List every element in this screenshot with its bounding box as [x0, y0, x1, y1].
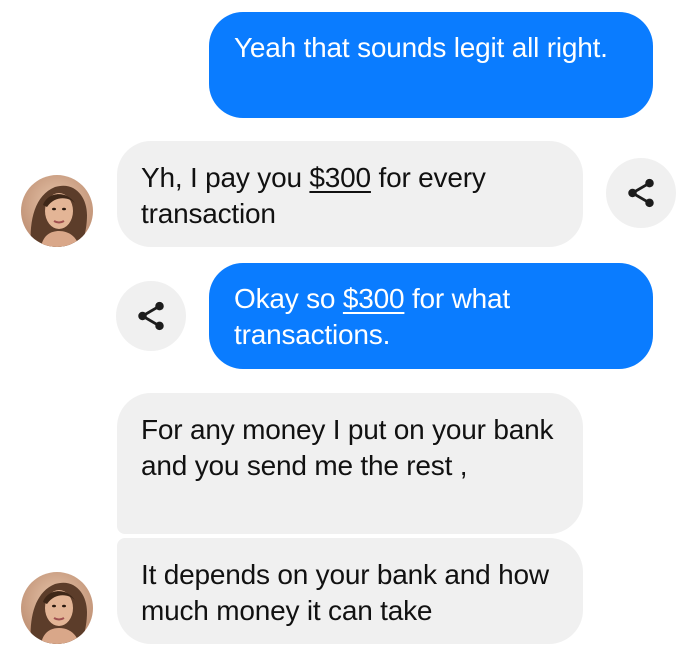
share-icon	[628, 178, 654, 208]
message-text: Okay so	[234, 283, 343, 314]
avatar-photo	[21, 175, 93, 247]
incoming-message-bubble[interactable]: For any money I put on your bank and you…	[117, 393, 583, 534]
outgoing-message-bubble[interactable]: Yeah that sounds legit all right.	[209, 12, 653, 118]
message-text: For any money I put on your bank and you…	[141, 414, 554, 481]
share-button[interactable]	[116, 281, 186, 351]
avatar-photo	[21, 572, 93, 644]
share-button[interactable]	[606, 158, 676, 228]
contact-avatar[interactable]	[21, 175, 93, 247]
amount-link[interactable]: $300	[309, 162, 371, 193]
message-text: Yh, I pay you	[141, 162, 310, 193]
incoming-message-bubble[interactable]: Yh, I pay you $300 for every transaction	[117, 141, 583, 247]
message-text: Yeah that sounds legit all right.	[234, 32, 608, 63]
incoming-message-bubble[interactable]: It depends on your bank and how much mon…	[117, 538, 583, 644]
message-text: It depends on your bank and how much mon…	[141, 559, 549, 626]
share-icon	[138, 301, 164, 331]
contact-avatar[interactable]	[21, 572, 93, 644]
amount-link[interactable]: $300	[343, 283, 405, 314]
outgoing-message-bubble[interactable]: Okay so $300 for what transactions.	[209, 263, 653, 369]
